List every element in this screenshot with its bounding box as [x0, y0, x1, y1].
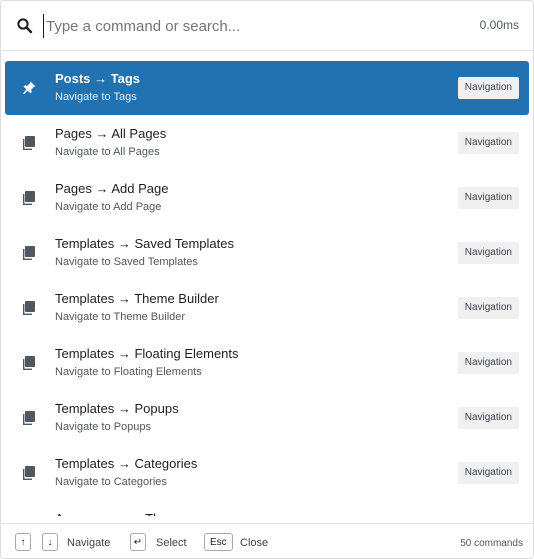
search-icon	[17, 18, 33, 34]
result-title: Appearance → Themes	[55, 511, 192, 516]
select-hint-label: Select	[156, 537, 187, 549]
result-subtitle: Navigate to Popups	[55, 421, 152, 433]
result-title: Templates → Saved Templates	[55, 236, 234, 251]
result-row[interactable]: Appearance → Themes	[5, 501, 529, 516]
category-badge: Navigation	[457, 297, 519, 319]
result-title: Pages → All Pages	[55, 126, 167, 141]
result-subtitle: Navigate to Saved Templates	[55, 256, 198, 268]
result-row[interactable]: Templates → Popups Navigate to Popups Navi…	[5, 391, 529, 445]
result-subtitle: Navigate to Floating Elements	[55, 366, 202, 378]
pages-icon	[20, 189, 38, 207]
pages-icon	[20, 409, 38, 427]
category-badge: Navigation	[457, 242, 519, 264]
result-row[interactable]: Templates → Floating Elements Navigate to…	[5, 336, 529, 390]
arrow-up-key: ↑	[15, 533, 31, 551]
pages-icon	[20, 464, 38, 482]
results-list: Posts → Tags Navigate to Tags Navigation Pa…	[1, 56, 533, 516]
arrow-down-key: ↓	[42, 533, 58, 551]
result-title: Templates → Categories	[55, 456, 198, 471]
category-badge: Navigation	[457, 352, 519, 374]
result-row[interactable]: Templates → Saved Templates Navigate to S…	[5, 226, 529, 280]
result-title: Posts → Tags	[55, 71, 141, 86]
category-badge: Navigation	[457, 407, 519, 429]
enter-key: ↵	[130, 533, 146, 551]
pages-icon	[20, 354, 38, 372]
escape-key: Esc	[204, 533, 233, 551]
search-timing: 0.00ms	[479, 18, 519, 32]
pages-icon	[20, 134, 38, 152]
result-subtitle: Navigate to Categories	[55, 476, 167, 488]
navigate-hint-label: Navigate	[67, 537, 111, 549]
pages-icon	[20, 244, 38, 262]
keyboard-hints-footer: ↑ ↓ Navigate ↵ Select Esc Close 50 comma…	[1, 523, 533, 558]
result-title: Templates → Floating Elements	[55, 346, 239, 361]
result-row[interactable]: Templates → Categories Navigate to Catego…	[5, 446, 529, 500]
pages-icon	[20, 299, 38, 317]
search-bar: 0.00ms	[1, 1, 533, 51]
category-badge: Navigation	[457, 187, 519, 209]
result-subtitle: Navigate to Theme Builder	[55, 311, 186, 323]
result-subtitle: Navigate to Add Page	[55, 201, 162, 213]
result-row[interactable]: Pages → All Pages Navigate to All Pages Na…	[5, 116, 529, 170]
command-count: 50 commands	[460, 538, 523, 549]
search-input[interactable]	[43, 14, 446, 38]
result-row[interactable]: Templates → Theme Builder Navigate to The…	[5, 281, 529, 335]
command-palette: 0.00ms Posts → Tags Navigate to Tags Navig…	[0, 0, 534, 559]
result-row[interactable]: Pages → Add Page Navigate to Add Page Navi…	[5, 171, 529, 225]
category-badge: Navigation	[457, 462, 519, 484]
pin-icon	[20, 79, 38, 97]
result-title: Templates → Theme Builder	[55, 291, 219, 306]
result-row[interactable]: Posts → Tags Navigate to Tags Navigation	[5, 61, 529, 115]
result-subtitle: Navigate to All Pages	[55, 146, 160, 158]
result-subtitle: Navigate to Tags	[55, 91, 137, 103]
category-badge: Navigation	[457, 77, 519, 99]
result-title: Templates → Popups	[55, 401, 179, 416]
close-hint-label: Close	[240, 537, 269, 549]
category-badge: Navigation	[457, 132, 519, 154]
result-title: Pages → Add Page	[55, 181, 169, 196]
